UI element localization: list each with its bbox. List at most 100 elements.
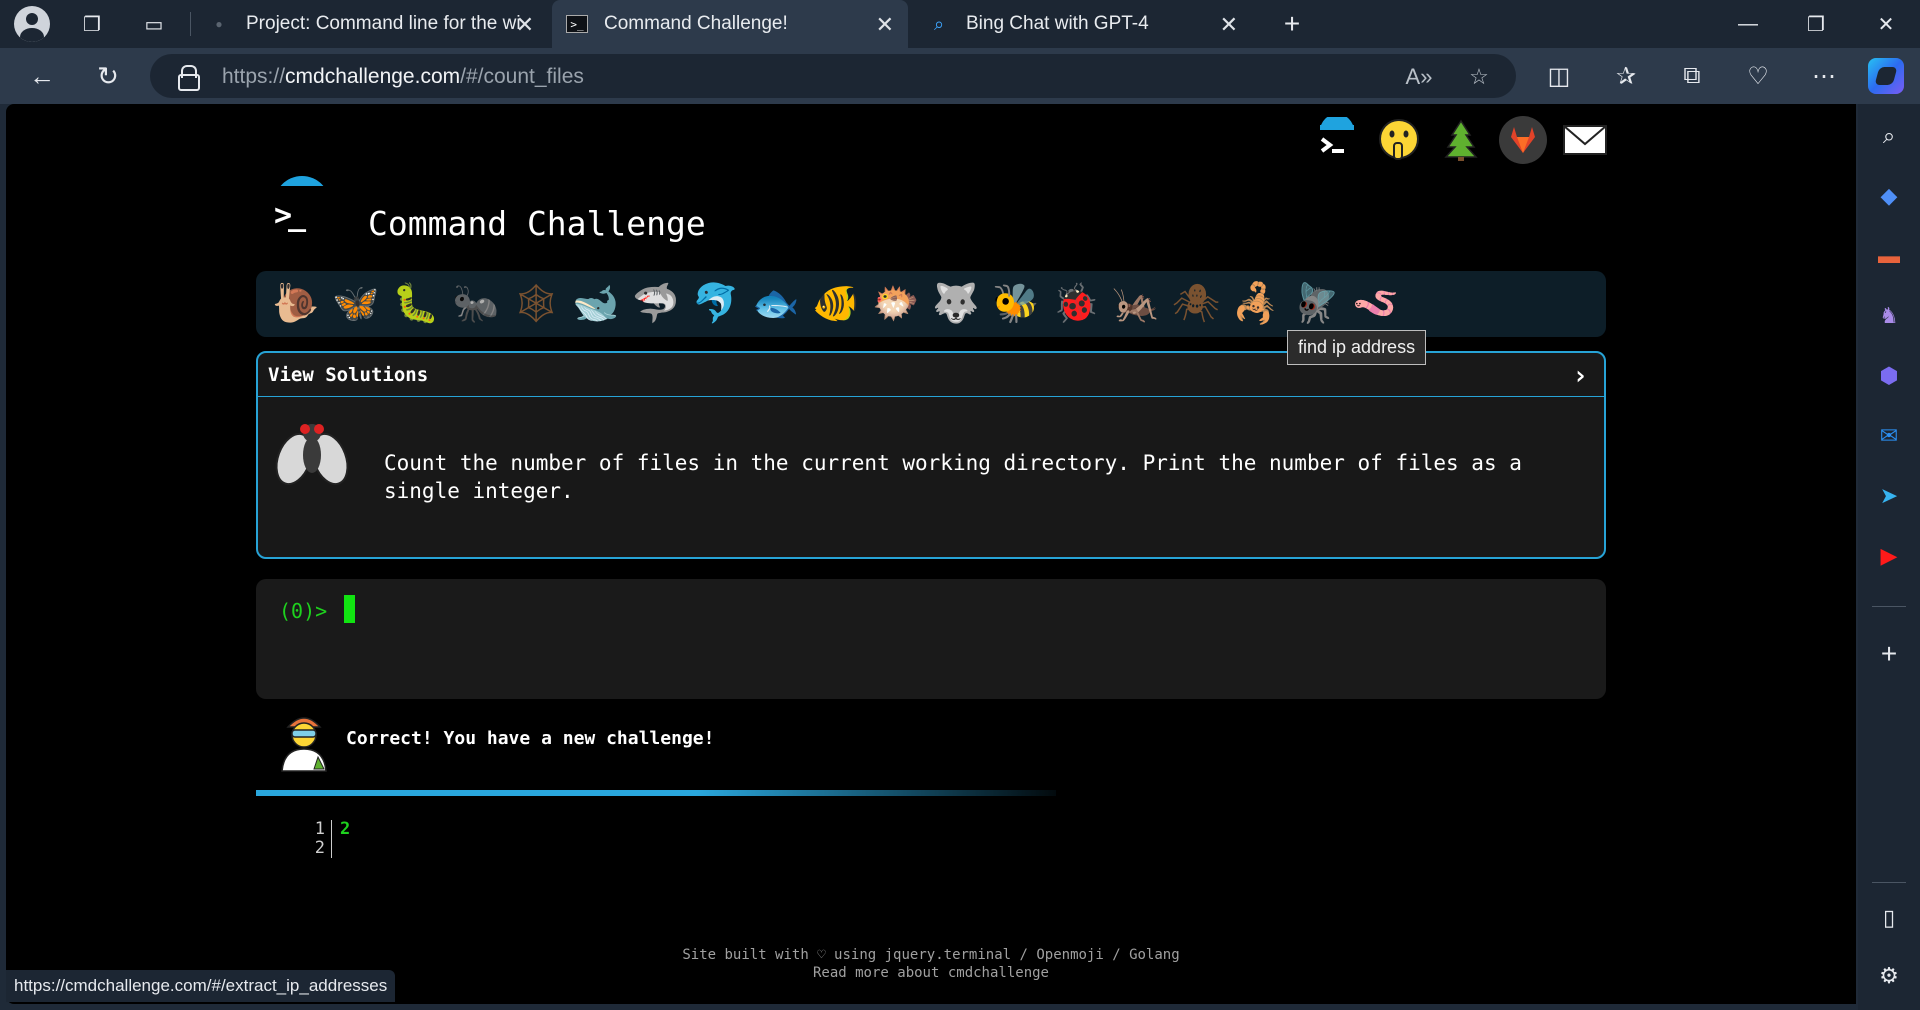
edge-sidebar: ⌕ ◆ ▬ ♞ ⬢ ✉ ➤ ▶ + ▯ ⚙ — [1858, 104, 1920, 1010]
scientist-avatar-icon — [274, 709, 334, 773]
terminal-prompt: (0)> — [279, 599, 328, 623]
challenge-description: Count the number of files in the current… — [384, 451, 1522, 503]
envelope-icon[interactable] — [1560, 115, 1610, 165]
tools-icon[interactable]: ▬ — [1871, 238, 1907, 274]
tab-actions-icon[interactable]: ▭ — [136, 6, 172, 42]
snail-level-icon[interactable]: 🐌 — [266, 276, 326, 332]
back-icon[interactable]: ← — [24, 58, 60, 94]
spider-web-level-icon[interactable]: 🕸 — [506, 276, 566, 332]
blowfish-level-icon[interactable]: 🐡 — [866, 276, 926, 332]
outlook-icon[interactable]: ✉ — [1871, 418, 1907, 454]
shushing-face-icon[interactable] — [1374, 115, 1424, 165]
tab-strip: ❐ ▭ ● Project: Command line for the wi ✕… — [0, 0, 1920, 48]
tab-title: Project: Command line for the wi — [246, 13, 521, 34]
output-code: 2 — [340, 819, 351, 839]
link-status-url: https://cmdchallenge.com/#/extract_ip_ad… — [6, 970, 396, 1002]
progress-bar — [256, 790, 1056, 796]
tab-command-challenge[interactable]: >_ Command Challenge! ✕ — [552, 0, 908, 48]
terminal[interactable]: (0)> — [256, 579, 1606, 699]
games-icon[interactable]: ♞ — [1871, 298, 1907, 334]
tab-separator — [190, 12, 191, 36]
sidebar-divider — [1872, 606, 1906, 607]
drop-icon[interactable]: ➤ — [1871, 478, 1907, 514]
ant-level-icon[interactable]: 🐜 — [446, 276, 506, 332]
view-solutions-label: View Solutions — [268, 363, 429, 386]
close-tab-icon[interactable]: ✕ — [1220, 12, 1238, 38]
spider-level-icon[interactable]: 🕷 — [1166, 276, 1226, 332]
whale-level-icon[interactable]: 🐋 — [566, 276, 626, 332]
wolf-level-icon[interactable]: 🐺 — [926, 276, 986, 332]
tab-bing-chat[interactable]: ⌕ Bing Chat with GPT-4 ✕ — [912, 0, 1252, 48]
worm-level-icon[interactable]: 🪱 — [1346, 276, 1406, 332]
bee-level-icon[interactable]: 🐝 — [986, 276, 1046, 332]
more-options-icon[interactable]: ⋯ — [1806, 58, 1842, 94]
logo-prompt: >_ — [274, 198, 306, 233]
tree-icon[interactable] — [1436, 115, 1486, 165]
dolphin-level-icon[interactable]: 🐬 — [686, 276, 746, 332]
line-numbers: 1 2 — [310, 820, 332, 858]
terminal-cursor — [344, 595, 355, 623]
lock-icon[interactable] — [178, 65, 200, 91]
copilot-icon[interactable] — [1868, 58, 1904, 94]
browser-toolbar: ← ↻ https://cmdchallenge.com/#/count_fil… — [0, 48, 1920, 104]
workspaces-icon[interactable]: ❐ — [74, 6, 110, 42]
page-viewport: >_ Command Challenge 🐌 🦋 🐛 🐜 🕸 🐋 🦈 🐬 🐟 🐠 🐡 🐺 🐝 🐞 🦗 🕷 🦂 🪰 🪱… — [6, 104, 1856, 1004]
fly-level-icon[interactable]: 🪰 — [1286, 276, 1346, 332]
youtube-icon[interactable]: ▶ — [1871, 538, 1907, 574]
level-selector: 🐌 🦋 🐛 🐜 🕸 🐋 🦈 🐬 🐟 🐠 🐡 🐺 🐝 🐞 🦗 🕷 🦂 🪰 🪱 — [256, 271, 1606, 337]
fish-level-icon[interactable]: 🐟 — [746, 276, 806, 332]
sidebar-settings-icon[interactable]: ⚙ — [1871, 958, 1907, 994]
terminal-logo-icon[interactable] — [1312, 115, 1362, 165]
butterfly-level-icon[interactable]: 🦋 — [326, 276, 386, 332]
url-scheme: https:// — [222, 65, 286, 88]
top-icon-row — [1312, 112, 1610, 168]
close-window-icon[interactable]: ✕ — [1866, 6, 1906, 42]
split-screen-icon[interactable]: ◫ — [1541, 58, 1577, 94]
hide-sidebar-icon[interactable]: ▯ — [1871, 900, 1907, 936]
page-title: Command Challenge — [368, 204, 706, 243]
url-path: /#/count_files — [460, 65, 584, 88]
close-tab-icon[interactable]: ✕ — [516, 12, 534, 38]
scorpion-level-icon[interactable]: 🦂 — [1226, 276, 1286, 332]
collections-icon[interactable]: ⧉ — [1674, 58, 1710, 94]
terminal-favicon-icon: >_ — [566, 15, 588, 33]
search-favicon-icon: ⌕ — [933, 13, 945, 34]
site-favicon-icon: ● — [215, 17, 223, 31]
url-text[interactable]: https://cmdchallenge.com/#/count_files — [222, 65, 584, 89]
refresh-icon[interactable]: ↻ — [90, 58, 126, 94]
favorites-icon[interactable]: ✰ — [1608, 58, 1644, 94]
browser-essentials-icon[interactable]: ♡ — [1740, 58, 1776, 94]
favorite-star-icon[interactable]: ☆ — [1464, 62, 1494, 92]
tab-title: Command Challenge! — [604, 13, 788, 34]
new-tab-button[interactable]: + — [1274, 6, 1310, 42]
minimize-icon[interactable]: — — [1728, 6, 1768, 42]
profile-button[interactable] — [14, 6, 50, 42]
cricket-level-icon[interactable]: 🦗 — [1106, 276, 1166, 332]
ladybug-level-icon[interactable]: 🐞 — [1046, 276, 1106, 332]
footer-credits: Site built with ♡ using jquery.terminal … — [682, 947, 1180, 963]
shark-level-icon[interactable]: 🦈 — [626, 276, 686, 332]
search-icon[interactable]: ⌕ — [1871, 118, 1907, 154]
level-tooltip: find ip address — [1287, 330, 1427, 365]
site-logo[interactable]: >_ — [270, 176, 332, 246]
tab-title: Bing Chat with GPT-4 — [966, 13, 1149, 34]
read-aloud-icon[interactable]: A» — [1404, 62, 1434, 92]
address-bar[interactable]: https://cmdchallenge.com/#/count_files A… — [150, 54, 1516, 98]
status-message: Correct! You have a new challenge! — [346, 728, 715, 749]
chevron-right-icon[interactable]: › — [1572, 361, 1588, 391]
url-host: cmdchallenge.com — [285, 65, 461, 88]
add-sidebar-app-icon[interactable]: + — [1871, 636, 1907, 672]
challenge-body: Count the number of files in the current… — [258, 397, 1604, 557]
microsoft-365-icon[interactable]: ⬢ — [1871, 358, 1907, 394]
caterpillar-level-icon[interactable]: 🐛 — [386, 276, 446, 332]
restore-icon[interactable]: ❐ — [1796, 6, 1836, 42]
close-tab-icon[interactable]: ✕ — [876, 12, 894, 38]
tropical-fish-level-icon[interactable]: 🐠 — [806, 276, 866, 332]
avatar — [14, 6, 50, 42]
fly-icon — [272, 413, 352, 493]
gitlab-icon[interactable] — [1498, 115, 1548, 165]
challenge-panel: View Solutions › Count the number of fil… — [256, 351, 1606, 559]
tab-project[interactable]: ● Project: Command line for the wi ✕ — [208, 0, 548, 48]
shopping-tag-icon[interactable]: ◆ — [1871, 178, 1907, 214]
sidebar-divider — [1872, 882, 1906, 883]
